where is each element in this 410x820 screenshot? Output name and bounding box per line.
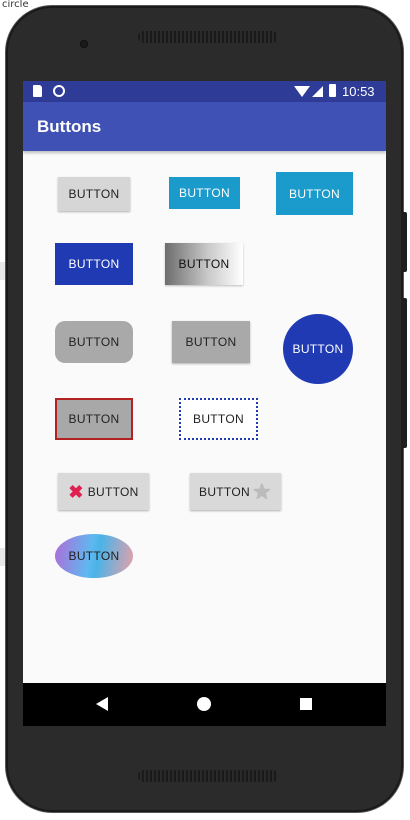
oval-gradient-button[interactable]: BUTTON	[55, 534, 133, 578]
red-border-button[interactable]: BUTTON	[55, 398, 133, 440]
home-icon[interactable]	[197, 697, 211, 711]
app-title: Buttons	[37, 117, 102, 136]
close-icon: ✖	[68, 481, 84, 502]
device-screen: 10:53 Buttons BUTTON BUTTON BUTTON BUTTO…	[23, 81, 386, 726]
battery-icon	[329, 84, 336, 97]
star-icon-button-label: BUTTON	[199, 484, 250, 499]
cyan-large-button[interactable]: BUTTON	[276, 172, 353, 215]
sd-card-icon	[33, 85, 42, 97]
cyan-small-button[interactable]: BUTTON	[169, 177, 240, 209]
power-button	[401, 212, 407, 272]
app-bar: Buttons	[23, 102, 386, 151]
top-speaker-grille	[138, 31, 278, 43]
status-time: 10:53	[342, 84, 375, 99]
close-icon-button-label: BUTTON	[87, 484, 139, 499]
signal-icon	[312, 86, 323, 97]
gray-button[interactable]: BUTTON	[172, 321, 250, 363]
front-camera	[80, 40, 88, 48]
background-window-title: circle	[2, 0, 29, 10]
back-icon[interactable]	[96, 697, 108, 711]
wifi-icon	[294, 86, 310, 97]
default-button[interactable]: BUTTON	[58, 177, 130, 211]
close-icon-button[interactable]: ✖ BUTTON	[58, 473, 149, 510]
dotted-border-button[interactable]: BUTTON	[179, 398, 258, 440]
gradient-button[interactable]: BUTTON	[165, 243, 243, 285]
star-icon: ★	[251, 478, 272, 504]
star-icon-button[interactable]: BUTTON ★	[190, 473, 281, 510]
recent-apps-icon[interactable]	[300, 698, 312, 710]
rounded-gray-button[interactable]: BUTTON	[55, 321, 133, 363]
circle-button[interactable]: BUTTON	[283, 314, 353, 384]
navigation-bar	[23, 683, 386, 726]
blue-button[interactable]: BUTTON	[55, 243, 133, 285]
status-bar: 10:53	[23, 81, 386, 102]
volume-button	[401, 298, 407, 448]
sync-icon	[53, 85, 65, 97]
bottom-speaker-grille	[138, 770, 278, 782]
